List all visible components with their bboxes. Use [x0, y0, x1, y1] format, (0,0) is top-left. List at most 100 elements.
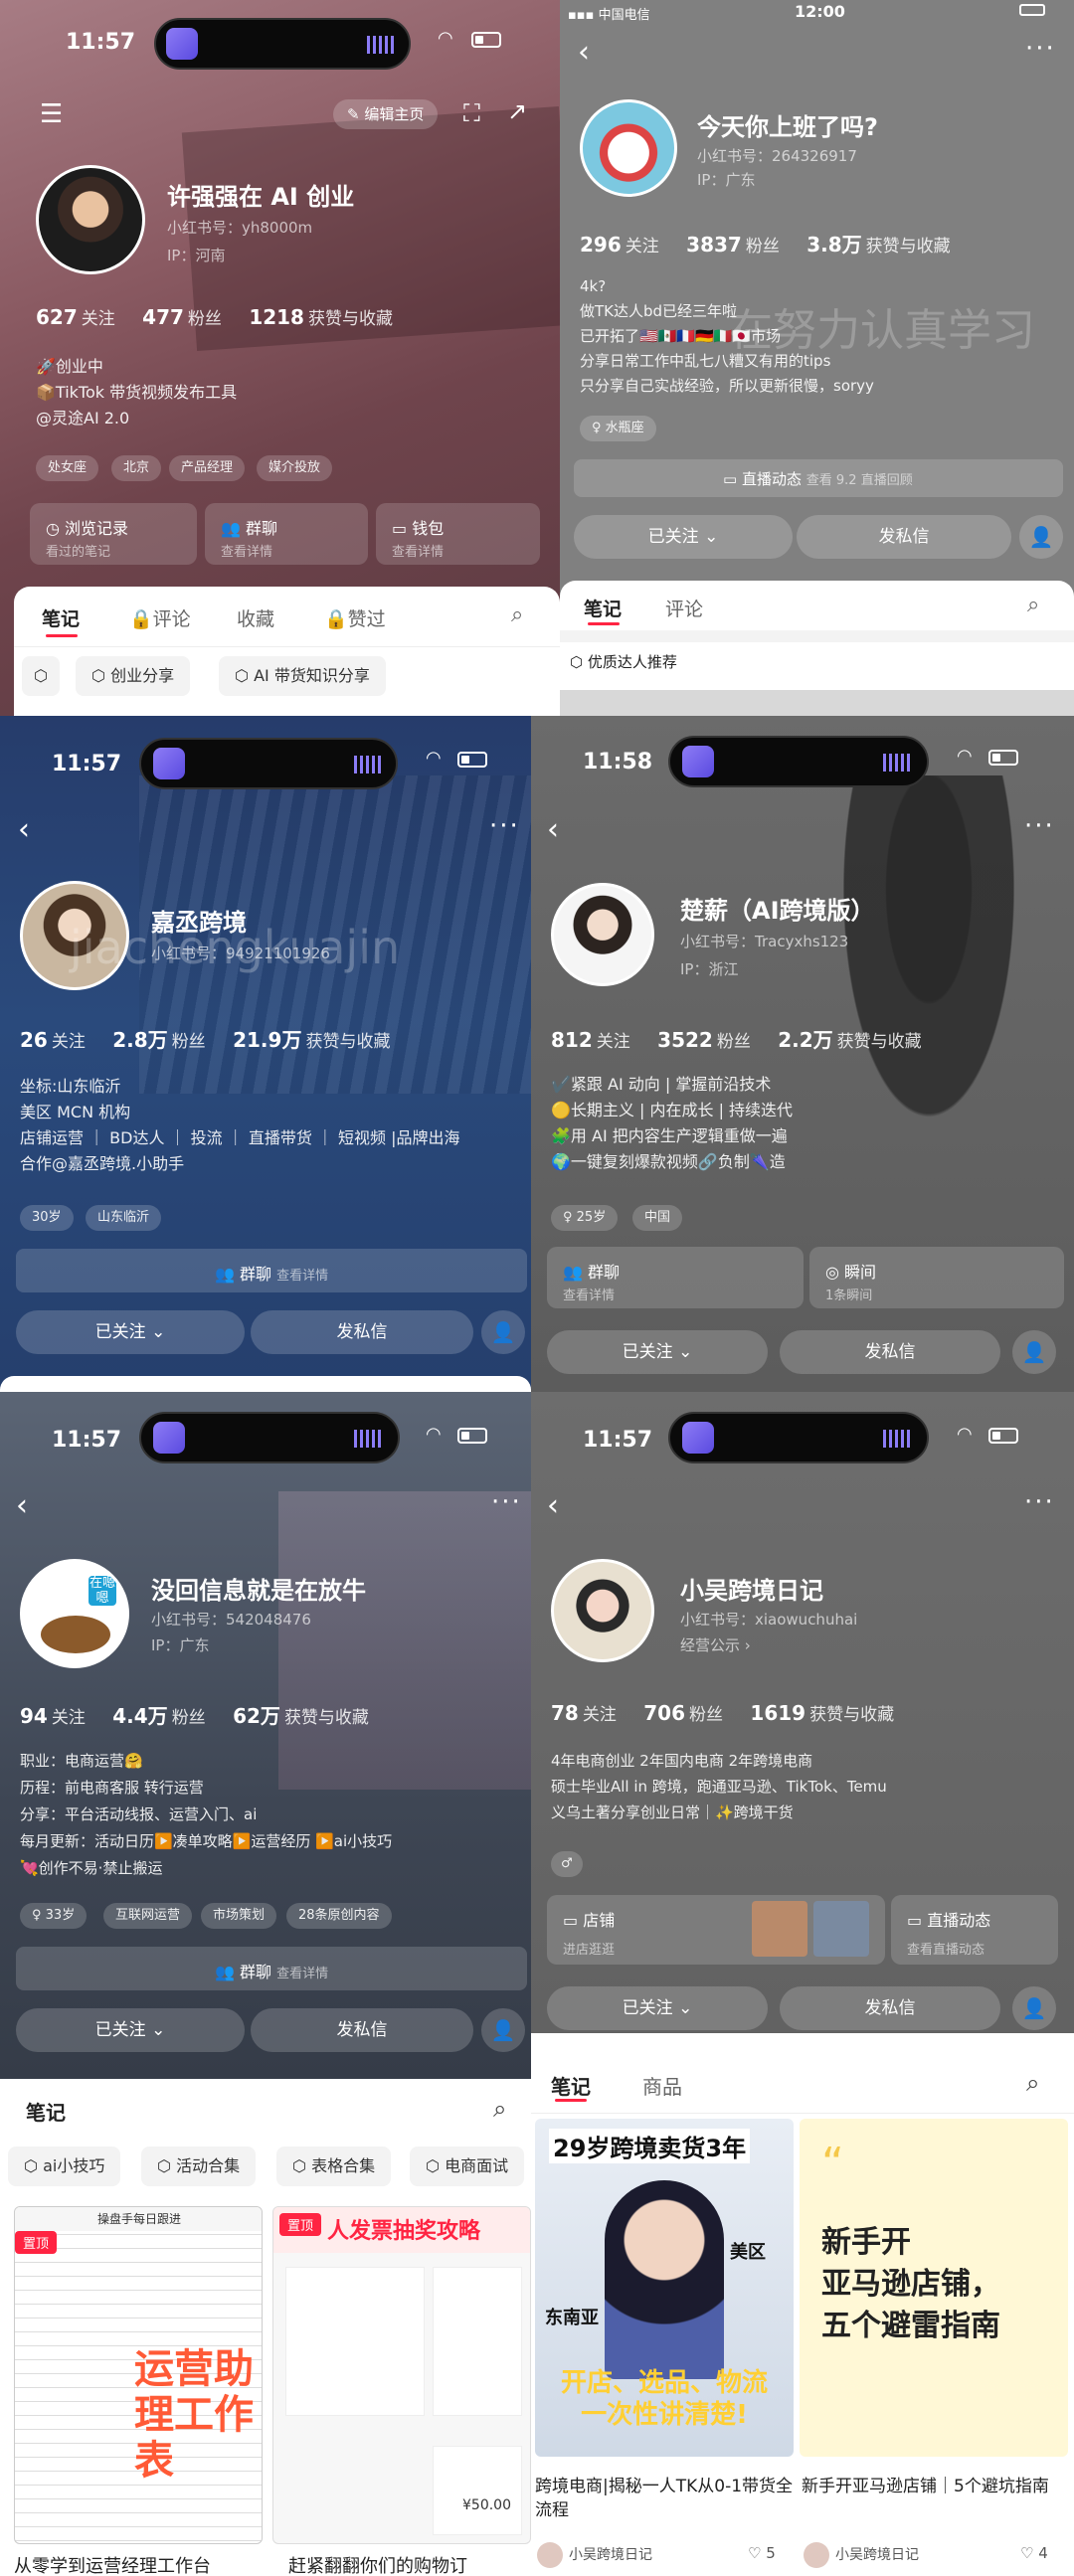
- message-button[interactable]: 发私信: [251, 1310, 473, 1354]
- note-card[interactable]: “ 新手开 亚马逊店铺， 五个避雷指南: [800, 2119, 1068, 2457]
- fans-count: 3837: [686, 233, 742, 257]
- note-caption[interactable]: 赶紧翻翻你们的购物订: [288, 2552, 467, 2576]
- back-icon[interactable]: ‹: [547, 1491, 559, 1521]
- avatar[interactable]: [551, 1559, 654, 1662]
- back-icon[interactable]: ‹: [578, 38, 590, 68]
- tab-favorites[interactable]: 收藏: [237, 604, 274, 631]
- chip-sheets[interactable]: ⬡ 表格合集: [276, 2147, 392, 2186]
- region-label: 东南亚: [545, 2308, 599, 2328]
- profile-tag: ♀ 33岁: [20, 1903, 88, 1929]
- fans-count: 706: [643, 1701, 685, 1725]
- add-friend-icon[interactable]: 👤: [481, 2008, 525, 2052]
- search-icon[interactable]: ⌕: [1026, 2069, 1039, 2097]
- note-caption[interactable]: 从零学到运营经理工作台: [14, 2552, 211, 2576]
- profile-panel-3: 11:57 ◠ ‹ ··· jiachengkuajin 嘉丞跨境 小红书号：9…: [0, 716, 531, 1392]
- tab-notes[interactable]: 笔记: [551, 2071, 591, 2100]
- more-icon[interactable]: ···: [1024, 1487, 1055, 1517]
- group-chat-card[interactable]: 👥 群聊 查看详情: [547, 1247, 804, 1308]
- message-button[interactable]: 发私信: [780, 1986, 1000, 2030]
- group-chat-card[interactable]: 👥 群聊 查看详情: [205, 503, 368, 565]
- like-count[interactable]: ♡ 4: [1020, 2544, 1048, 2562]
- moments-card[interactable]: ◎ 瞬间 1条瞬间: [809, 1247, 1064, 1308]
- search-icon[interactable]: ⌕: [493, 2095, 506, 2123]
- fans-count: 2.8万: [112, 1028, 168, 1052]
- avatar[interactable]: 在嗯嗯: [20, 1559, 129, 1668]
- following-button[interactable]: 已关注 ⌄: [547, 1330, 768, 1374]
- group-chat-card[interactable]: 👥 群聊 查看详情: [16, 1947, 527, 1990]
- chip-ai-tips[interactable]: ⬡ ai小技巧: [8, 2147, 121, 2186]
- following-button[interactable]: 已关注 ⌄: [574, 515, 793, 559]
- shop-sub: 进店逛逛: [563, 1943, 616, 1958]
- more-icon[interactable]: ···: [1024, 811, 1055, 841]
- edit-profile-button[interactable]: ✎ 编辑主页: [333, 99, 439, 129]
- add-friend-icon[interactable]: 👤: [1012, 1986, 1056, 2030]
- back-icon[interactable]: ‹: [547, 815, 559, 845]
- live-card[interactable]: ▭ 直播动态 查看直播动态: [891, 1895, 1058, 1965]
- tab-liked[interactable]: 🔒赞过: [324, 604, 386, 631]
- shop-card[interactable]: ▭ 店铺 进店逛逛: [547, 1895, 885, 1965]
- back-icon[interactable]: ‹: [18, 815, 30, 845]
- profile-stats: 296 关注 3837 粉丝 3.8万 获赞与收藏: [580, 229, 951, 258]
- group-chat-card[interactable]: 👥 群聊 查看详情: [16, 1249, 527, 1292]
- profile-tag: 市场策划: [201, 1903, 277, 1929]
- author-name[interactable]: 小吴跨境日记: [569, 2544, 652, 2564]
- note-card[interactable]: 操盘手每日跟进 置顶 运营助理工作表: [14, 2206, 263, 2544]
- tab-comments[interactable]: 🔒评论: [129, 604, 191, 631]
- wifi-icon: ◠: [957, 746, 973, 767]
- menu-icon[interactable]: ☰: [40, 99, 63, 129]
- chip-ai-selling[interactable]: ⬡ AI 带货知识分享: [219, 656, 386, 696]
- wallet-card[interactable]: ▭ 钱包 查看详情: [376, 503, 540, 565]
- likes-count: 1218: [249, 305, 304, 329]
- live-card[interactable]: ▭ 直播动态 查看 9.2 直播回顾: [574, 459, 1063, 497]
- tab-notes[interactable]: 笔记: [42, 604, 80, 631]
- note-title[interactable]: 跨境电商|揭秘一人TK从0-1带货全流程: [535, 2475, 794, 2522]
- avatar[interactable]: [580, 99, 677, 197]
- profile-name: 今天你上班了吗?: [697, 113, 878, 141]
- add-friend-icon[interactable]: 👤: [1012, 1330, 1056, 1374]
- search-icon[interactable]: ⌕: [511, 602, 523, 627]
- battery-icon: [988, 750, 1018, 766]
- note-card[interactable]: 29岁跨境卖货3年 美区 东南亚 开店、选品、物流 一次性讲清楚!: [535, 2119, 794, 2457]
- add-friend-icon[interactable]: 👤: [481, 1310, 525, 1354]
- search-icon[interactable]: ⌕: [1027, 593, 1039, 617]
- tab-products[interactable]: 商品: [642, 2071, 682, 2100]
- business-disclosure[interactable]: 经营公示 ›: [680, 1634, 751, 1655]
- chip-startup[interactable]: ⬡ 创业分享: [76, 656, 191, 696]
- tab-notes[interactable]: 笔记: [584, 595, 622, 621]
- profile-panel-5: 11:57 ◠ ‹ ··· 在嗯嗯 没回信息就是在放牛 小红书号：5420484…: [0, 1392, 531, 2079]
- following-button[interactable]: 已关注 ⌄: [16, 1310, 245, 1354]
- profile-ip: IP：广东: [151, 1636, 210, 1654]
- note-card[interactable]: 置顶 人发票抽奖攻略 ¥50.00: [272, 2206, 531, 2544]
- avatar[interactable]: [551, 883, 654, 986]
- add-friend-icon[interactable]: 👤: [1019, 515, 1063, 559]
- following-button[interactable]: 已关注 ⌄: [547, 1986, 768, 2030]
- message-button[interactable]: 发私信: [797, 515, 1011, 559]
- scan-icon[interactable]: ⛶: [463, 99, 480, 127]
- chip-events[interactable]: ⬡ 活动合集: [141, 2147, 257, 2186]
- profile-name: 许强强在 AI 创业: [167, 183, 355, 211]
- more-icon[interactable]: ···: [491, 1487, 522, 1517]
- following-button[interactable]: 已关注 ⌄: [16, 2008, 245, 2052]
- avatar[interactable]: [36, 165, 145, 274]
- author-avatar[interactable]: [537, 2542, 563, 2568]
- content-edge: [531, 2033, 1074, 2049]
- tab-notes[interactable]: 笔记: [26, 2097, 66, 2126]
- author-avatar[interactable]: [804, 2542, 829, 2568]
- message-button[interactable]: 发私信: [251, 2008, 473, 2052]
- likes-label: 获赞与收藏: [836, 1032, 922, 1052]
- history-card[interactable]: ◷ 浏览记录 看过的笔记: [30, 503, 197, 565]
- divider: [14, 646, 560, 647]
- chip-recommend[interactable]: ⬡ 优质达人推荐: [570, 642, 677, 682]
- chip-icon[interactable]: ⬡: [22, 656, 60, 696]
- like-count[interactable]: ♡ 5: [748, 2544, 776, 2562]
- more-icon[interactable]: ···: [1025, 34, 1056, 64]
- tab-comments[interactable]: 评论: [665, 595, 703, 621]
- message-button[interactable]: 发私信: [780, 1330, 1000, 1374]
- note-title[interactable]: 新手开亚马逊店铺｜5个避坑指南: [802, 2475, 1068, 2498]
- back-icon[interactable]: ‹: [16, 1491, 28, 1521]
- more-icon[interactable]: ···: [489, 811, 520, 841]
- chip-interview[interactable]: ⬡ 电商面试: [410, 2147, 525, 2186]
- dynamic-island: [668, 736, 929, 787]
- author-name[interactable]: 小吴跨境日记: [835, 2544, 919, 2564]
- share-icon[interactable]: ↗: [507, 97, 527, 125]
